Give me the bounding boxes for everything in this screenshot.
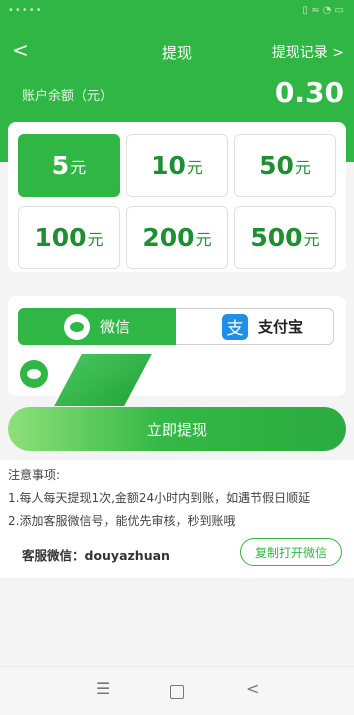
amount-unit: 元	[195, 229, 212, 249]
amount-option-5[interactable]: 5元	[18, 134, 120, 197]
tab-alipay[interactable]: 支 支付宝	[176, 308, 334, 345]
tab-wechat[interactable]: 微信	[18, 308, 176, 345]
wechat-icon	[64, 313, 90, 340]
notes-section: 注意事项: 1.每人每天提现1次,金额24小时内到账，如遇节假日顺延 2.添加客…	[0, 460, 354, 578]
notes-line-2: 2.添加客服微信号，能优先审核，秒到账哦	[8, 514, 236, 528]
amount-unit: 元	[87, 229, 104, 249]
withdraw-submit-button[interactable]: 立即提现	[8, 407, 346, 451]
copy-open-wechat-button[interactable]: 复制打开微信	[240, 538, 342, 566]
status-icons: ▯ ≈ ◔ ▭	[302, 5, 344, 16]
chevron-right-icon: >	[332, 45, 344, 61]
balance-label: 账户余额（元）	[22, 89, 114, 104]
loading-overlay-shape	[54, 354, 152, 406]
balance-value: 0.30	[274, 76, 344, 109]
alipay-icon: 支	[222, 313, 248, 340]
amount-unit: 元	[303, 229, 320, 249]
system-nav-bar: ☰ <	[0, 666, 354, 715]
amount-number: 5	[51, 151, 70, 180]
amount-number: 500	[250, 223, 303, 252]
amount-number: 100	[34, 223, 87, 252]
notes-heading: 注意事项:	[8, 468, 61, 482]
withdraw-record-link[interactable]: 提现记录 >	[272, 42, 344, 62]
menu-icon[interactable]: ☰	[96, 679, 110, 698]
withdraw-record-label: 提现记录	[271, 45, 328, 61]
amount-unit: 元	[294, 157, 311, 177]
notes-line-1: 1.每人每天提现1次,金额24小时内到账，如遇节假日顺延	[8, 491, 311, 505]
wechat-avatar	[20, 360, 48, 388]
status-left: •••••	[8, 5, 43, 16]
amount-option-50[interactable]: 50 元	[234, 134, 336, 197]
amount-number: 200	[142, 223, 195, 252]
status-bar: ••••• ▯ ≈ ◔ ▭	[0, 0, 354, 22]
amount-option-10[interactable]: 10 元	[126, 134, 228, 197]
tab-wechat-label: 微信	[100, 318, 131, 336]
amount-number: 50	[259, 151, 294, 180]
amount-number: 10	[151, 151, 186, 180]
payment-method-panel: 微信 支 支付宝	[8, 296, 346, 406]
amount-option-100[interactable]: 100 元	[18, 206, 120, 269]
amount-options: 5元 10 元 50 元 100 元 200 元 500 元	[8, 122, 346, 272]
amount-option-200[interactable]: 200 元	[126, 206, 228, 269]
service-wechat-id: 客服微信：douyazhuan	[22, 548, 170, 563]
amount-unit: 元	[70, 157, 87, 177]
amount-unit: 元	[186, 157, 203, 177]
amount-option-500[interactable]: 500 元	[234, 206, 336, 269]
home-icon[interactable]	[170, 685, 184, 699]
tab-alipay-label: 支付宝	[258, 318, 304, 336]
nav-back-icon[interactable]: <	[246, 679, 259, 698]
